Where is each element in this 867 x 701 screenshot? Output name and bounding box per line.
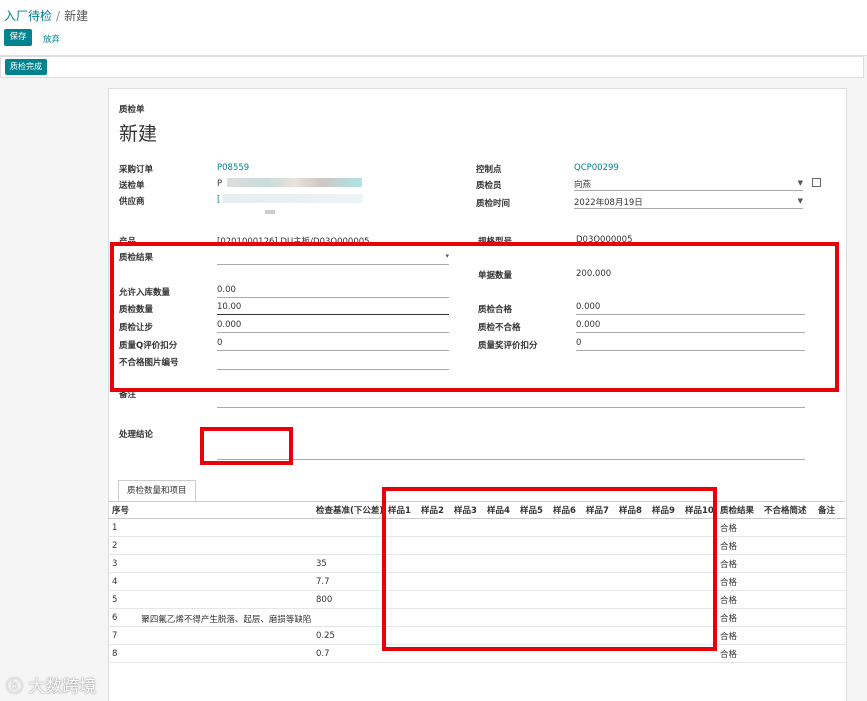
highlight-box-form-fields	[110, 242, 839, 392]
redacted-block	[227, 178, 362, 187]
save-button[interactable]: 保存	[4, 29, 32, 46]
base-cell[interactable]: 35	[312, 554, 384, 573]
result-cell[interactable]: 合格	[716, 608, 760, 627]
result-cell[interactable]: 合格	[716, 536, 760, 555]
page-title: 新建	[119, 123, 158, 145]
result-cell[interactable]: 合格	[716, 590, 760, 609]
status-bar: 质检完成	[0, 56, 864, 78]
remark-input[interactable]	[217, 406, 805, 408]
seq-cell[interactable]: 8	[108, 644, 312, 663]
column-header[interactable]: 备注	[814, 502, 846, 519]
redacted-block	[223, 194, 363, 203]
result-cell[interactable]: 合格	[716, 554, 760, 573]
tab-inspection-items[interactable]: 质检数量和项目	[118, 480, 196, 503]
highlight-box-conclusion	[200, 427, 293, 465]
caret-down-icon: ▼	[797, 179, 803, 187]
result-cell[interactable]: 合格	[716, 644, 760, 663]
column-header[interactable]: 序号	[108, 502, 312, 519]
seq-cell[interactable]: 4	[108, 572, 312, 591]
form-type-label: 质检单	[119, 105, 145, 115]
base-cell[interactable]	[312, 536, 384, 555]
base-cell[interactable]: 聚四氟乙烯不得产生脱落、起层、磨损等缺陷	[141, 613, 311, 625]
result-cell[interactable]: 合格	[716, 518, 760, 537]
base-cell[interactable]: 0.25	[312, 626, 384, 645]
watermark-logo: ⓚ 大数跨境	[6, 677, 97, 697]
column-header[interactable]: 检查基准(下公差)	[312, 502, 384, 519]
breadcrumb-current: 新建	[64, 9, 89, 23]
inspection-time-input[interactable]: 2022年08月19日 ▼	[574, 196, 803, 209]
base-cell[interactable]: 800	[312, 590, 384, 609]
inspection-time-value: 2022年08月19日	[574, 198, 643, 208]
seq-cell[interactable]: 5	[108, 590, 312, 609]
inspector-label: 质检员	[476, 181, 502, 191]
seq-cell[interactable]: 6 聚四氟乙烯不得产生脱落、起层、磨损等缺陷	[108, 608, 312, 627]
seq-cell[interactable]: 2	[108, 536, 312, 555]
seq-cell[interactable]: 7	[108, 626, 312, 645]
seq-cell[interactable]: 1	[108, 518, 312, 537]
breadcrumb-parent-link[interactable]: 入厂待检	[4, 9, 52, 23]
conclusion-input[interactable]	[217, 458, 805, 460]
seq-cell[interactable]: 3	[108, 554, 312, 573]
inspector-select[interactable]: 向燕 ▼	[574, 178, 803, 191]
po-label: 采购订单	[119, 165, 154, 175]
inspection-done-button[interactable]: 质检完成	[5, 59, 47, 75]
result-cell[interactable]: 合格	[716, 572, 760, 591]
control-point-label: 控制点	[476, 165, 502, 175]
delivery-value[interactable]: P	[217, 179, 222, 189]
column-header[interactable]: 不合格简述	[760, 502, 814, 519]
supplier-label: 供应商	[119, 197, 145, 207]
delivery-label: 送检单	[119, 181, 145, 191]
base-cell[interactable]	[312, 518, 384, 537]
inspection-time-label: 质检时间	[476, 199, 511, 209]
discard-button[interactable]: 放弃	[43, 33, 60, 45]
column-header[interactable]: 质检结果	[716, 502, 760, 519]
control-panel: 入厂待检 / 新建 保存 放弃	[0, 0, 867, 56]
external-link-icon[interactable]	[812, 178, 821, 190]
supplier-link[interactable]: [	[217, 195, 220, 205]
highlight-box-samples	[382, 487, 717, 651]
conclusion-label: 处理结论	[119, 430, 154, 440]
po-link[interactable]: P08559	[217, 163, 249, 173]
control-point-link[interactable]: QCP00299	[574, 163, 619, 173]
base-cell[interactable]: 7.7	[312, 572, 384, 591]
base-cell[interactable]: 0.7	[312, 644, 384, 663]
redacted-block	[265, 210, 275, 214]
breadcrumb: 入厂待检 / 新建	[4, 9, 89, 23]
inspector-value: 向燕	[574, 180, 592, 190]
result-cell[interactable]: 合格	[716, 626, 760, 645]
caret-down-icon: ▼	[797, 197, 803, 205]
